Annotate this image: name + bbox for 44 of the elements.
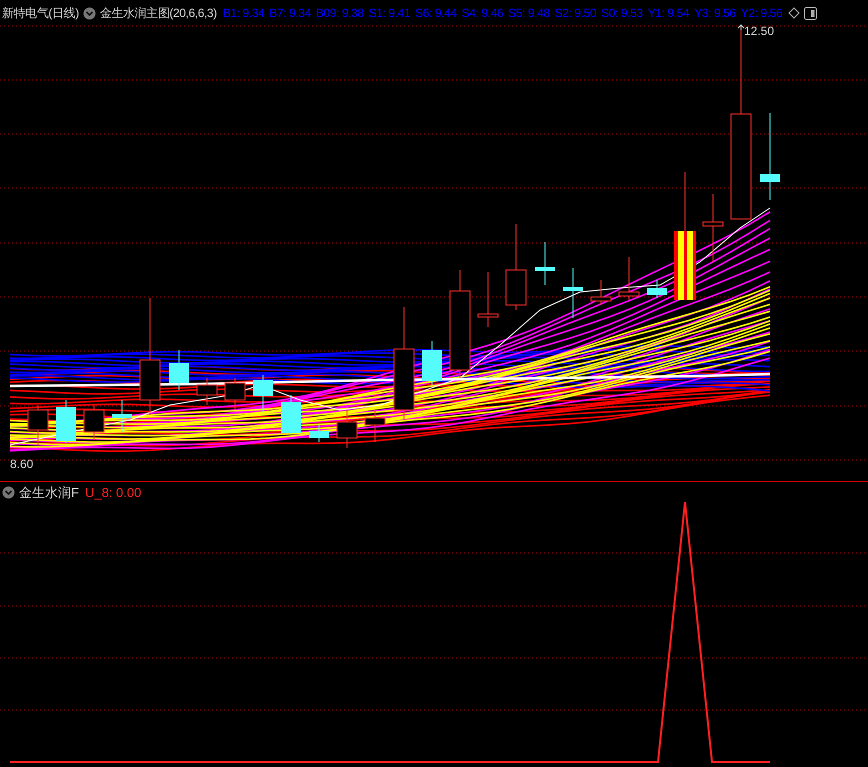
legend-value: S2: 9.50 [554, 5, 596, 22]
legend-value: S5: 9.48 [508, 5, 550, 22]
candlestick [28, 404, 48, 446]
candlestick [590, 280, 612, 306]
candlestick [618, 256, 640, 300]
legend-value: Y2: 9.56 [740, 5, 782, 22]
stock-title: 新特电气(日线) [2, 5, 79, 22]
legend-value: B1: 9.34 [222, 5, 264, 22]
candlestick [535, 242, 555, 286]
indicator-name: 金生水润F [19, 484, 79, 502]
candlestick [563, 268, 583, 318]
indicator-params: (20,6,6,3) [169, 5, 217, 22]
candlestick [253, 374, 273, 412]
candlestick [702, 194, 724, 262]
candlestick [336, 410, 358, 448]
dropdown-icon[interactable] [2, 486, 15, 500]
candlestick [84, 404, 104, 440]
candlestick [647, 280, 667, 298]
legend-value: B09: 9.38 [316, 5, 364, 22]
candlestick [112, 400, 132, 432]
candlestick [196, 378, 218, 406]
indicator-reading: U_8: 0.00 [84, 484, 142, 502]
candlestick [478, 272, 498, 328]
panel-toggle-icon[interactable] [804, 6, 818, 20]
legend-value: B7: 9.34 [269, 5, 311, 22]
candlestick [224, 378, 246, 410]
legend-value: Y3: 9.56 [694, 5, 736, 22]
legend-value: S1: 9.41 [368, 5, 410, 22]
legend-value: S6: 9.44 [415, 5, 457, 22]
legend-value: Y1: 9.54 [648, 5, 690, 22]
candlestick [281, 394, 301, 434]
low-price-label: 8.60 [10, 456, 34, 473]
high-marker-icon [738, 24, 744, 30]
candlestick [422, 340, 442, 386]
candlestick [56, 400, 76, 444]
candlestick [364, 410, 386, 442]
legend-value: S4: 9.46 [462, 5, 504, 22]
diamond-icon[interactable] [788, 7, 800, 19]
legend-value: S0: 9.53 [601, 5, 643, 22]
indicator-name: 金生水润主图 [100, 5, 170, 22]
candlestick [309, 424, 329, 442]
dropdown-icon[interactable] [82, 6, 96, 20]
high-price-label: 12.50 [744, 23, 774, 40]
candlestick [169, 350, 189, 390]
